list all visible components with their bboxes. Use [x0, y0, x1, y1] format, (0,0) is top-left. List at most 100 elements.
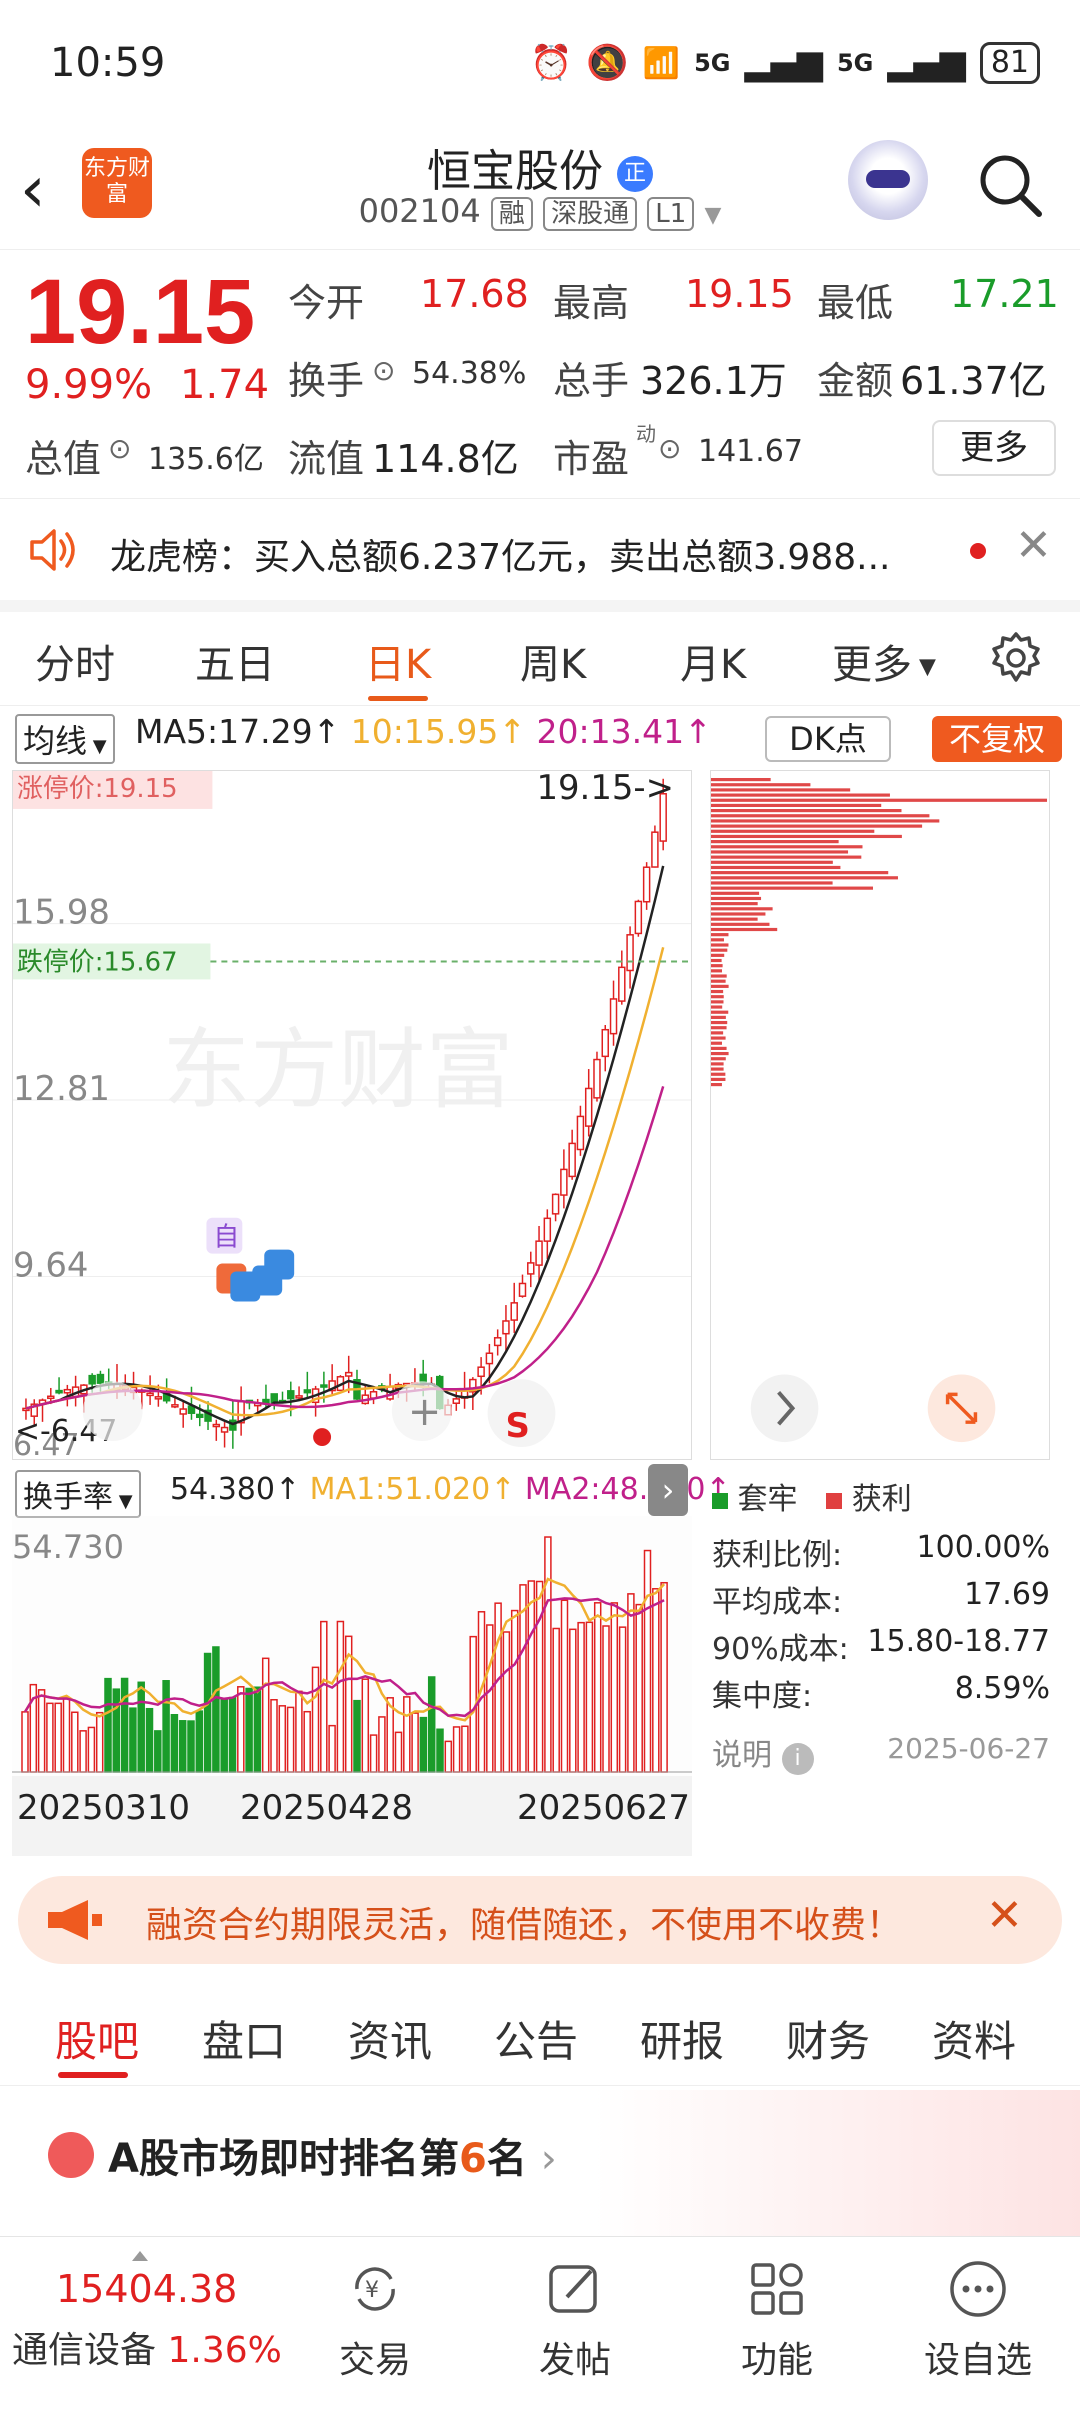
chip-bar [711, 927, 778, 932]
promo-banner[interactable]: 融资合约期限灵活，随借随还，不使用不收费！ ✕ [18, 1876, 1062, 1964]
divider [0, 498, 1080, 499]
chip-bar [711, 922, 770, 926]
volume-indicator-select[interactable]: 换手率 ▼ [15, 1470, 141, 1518]
volume-bar [660, 1581, 668, 1773]
status-icons: ⏰ 🔕 📶 5G ▂▄▆ 5G ▂▄▆ 81 [530, 42, 1040, 84]
tab-monthly-k[interactable]: 月K [680, 632, 746, 690]
rank-card[interactable]: A股市场即时排名第6名 › [0, 2090, 1080, 2240]
nav-trade[interactable]: ¥ 交易 [305, 2257, 445, 2383]
more-dots-icon [950, 2261, 1006, 2317]
info-icon[interactable]: ⊙ [108, 432, 131, 465]
volume-bar [353, 1699, 361, 1773]
tab-intraday[interactable]: 分时 [35, 632, 115, 690]
candle-body [196, 1413, 204, 1419]
scroll-left-button[interactable] [82, 1381, 143, 1442]
y-label: 12.81 [13, 1069, 110, 1108]
candle-body [146, 1392, 154, 1397]
chip-bar [711, 1000, 724, 1004]
volume-bar [220, 1698, 228, 1773]
volume-bar [444, 1740, 453, 1773]
chip-bar [711, 1005, 723, 1009]
chip-note[interactable]: 说明 i [712, 1730, 814, 1775]
volume-bar [154, 1730, 162, 1773]
ma10-value: 10:15.95↑ [350, 712, 527, 751]
chip-profit-ratio-value: 100.00% [916, 1530, 1050, 1565]
candle-body [477, 1366, 485, 1378]
chip-bar [711, 1046, 727, 1050]
gear-icon[interactable] [988, 630, 1044, 686]
candle-body [626, 934, 634, 972]
volume-bar [278, 1705, 287, 1773]
tab-five-day[interactable]: 五日 [195, 632, 275, 690]
adjust-button[interactable]: 不复权 [932, 716, 1062, 762]
tab-news[interactable]: 资讯 [348, 2008, 432, 2069]
low-label: 最低 [817, 281, 894, 325]
nav-functions[interactable]: 功能 [707, 2257, 847, 2383]
verified-tag: 正 [617, 156, 653, 192]
tab-profile[interactable]: 资料 [932, 2008, 1016, 2069]
chip-bar [711, 938, 724, 942]
tab-orderbook[interactable]: 盘口 [202, 2008, 286, 2069]
tab-more[interactable]: 更多 ▼ [832, 632, 936, 690]
volume-bar [652, 1588, 660, 1773]
tab-announcements[interactable]: 公告 [494, 2008, 578, 2069]
volume-bar [87, 1726, 96, 1773]
chip-distribution-chart[interactable] [710, 770, 1050, 1460]
signal-bars-icon-2: ▂▄▆ [887, 43, 966, 83]
dragon-tiger-notice[interactable]: 龙虎榜：买入总额6.237亿元，卖出总额3.988... ✕ [0, 500, 1080, 600]
turnover-chart[interactable]: 54.730 [12, 1516, 692, 1776]
nav-post-label: 发帖 [538, 2340, 611, 2381]
more-button[interactable]: 更多 [932, 420, 1056, 476]
tab-finance[interactable]: 财务 [786, 2008, 870, 2069]
status-bar: 10:59 ⏰ 🔕 📶 5G ▂▄▆ 5G ▂▄▆ 81 [0, 0, 1080, 130]
tab-research[interactable]: 研报 [640, 2008, 724, 2069]
chip-bar [711, 865, 841, 870]
volume-bar [494, 1602, 502, 1773]
collapse-chart-button[interactable]: › [648, 1464, 688, 1516]
assistant-robot-icon[interactable] [848, 140, 928, 220]
volume-bar [452, 1726, 461, 1773]
last-price: 19.15 [25, 261, 256, 363]
chip-avg-cost-label: 平均成本: [712, 1585, 843, 1620]
volume-bar [610, 1602, 619, 1773]
chip-bar [711, 824, 923, 828]
chip-profit-ratio-label: 获利比例: [712, 1538, 843, 1573]
volume-bar [369, 1734, 378, 1773]
volume-bar [212, 1646, 220, 1773]
sector-index-value[interactable]: 15404.38 [56, 2267, 237, 2311]
tab-guba[interactable]: 股吧 [55, 2008, 139, 2069]
candle-body [576, 1115, 585, 1151]
kline-chart[interactable]: 东方财富 涨停价:19.15 19.15-> 15.98 12.81 9.64 … [12, 770, 692, 1460]
caret-down-icon: ▼ [912, 654, 936, 680]
close-icon[interactable]: ✕ [986, 1890, 1023, 1941]
volume-bar [129, 1707, 137, 1773]
chip-bar [711, 995, 724, 999]
info-icon[interactable]: ⊙ [372, 354, 395, 387]
change-amount: 1.74 [180, 362, 270, 408]
candle-body [518, 1282, 527, 1297]
volume-bar [270, 1699, 278, 1773]
next-button[interactable] [750, 1374, 819, 1443]
dropdown-icon: ▼ [704, 203, 722, 228]
rank-suffix: 名 [486, 2136, 527, 2182]
ma5-value: MA5:17.29↑ [135, 712, 341, 751]
trap-legend-label: 套牢 [737, 1482, 798, 1517]
volume-bar [427, 1676, 436, 1773]
close-icon[interactable]: ✕ [1015, 520, 1052, 571]
tab-weekly-k[interactable]: 周K [520, 632, 586, 690]
volume-bar [577, 1621, 585, 1773]
grid-icon [751, 2263, 803, 2315]
dk-point-button[interactable]: DK点 [765, 716, 891, 762]
search-icon[interactable] [975, 150, 1045, 220]
nav-add-watchlist[interactable]: 设自选 [908, 2257, 1048, 2383]
tab-daily-k[interactable]: 日K [365, 632, 431, 690]
indicator-select[interactable]: 均线 ▼ [15, 714, 115, 764]
chip-bar [711, 1077, 726, 1082]
nav-post[interactable]: 发帖 [505, 2257, 645, 2383]
volume-bar [552, 1627, 560, 1773]
sector-index[interactable]: 通信设备 1.36% [12, 2321, 282, 2373]
mktcap-label: 总值 [25, 437, 102, 481]
chip-bar [711, 809, 902, 813]
info-icon[interactable]: ⊙ [658, 432, 681, 465]
volume-bar [336, 1620, 345, 1773]
